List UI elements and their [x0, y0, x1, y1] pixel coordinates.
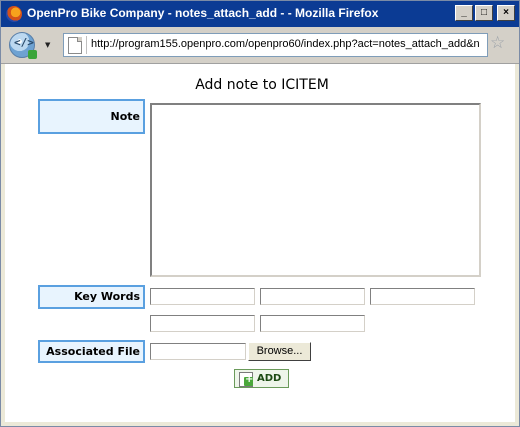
- site-identity-icon[interactable]: </>: [9, 32, 37, 59]
- keywords-label: Key Words: [38, 285, 145, 309]
- code-glyph: </>: [14, 36, 34, 49]
- window-controls: _ □ ×: [455, 5, 515, 21]
- chevron-down-icon[interactable]: ▼: [45, 41, 50, 49]
- firefox-icon: [6, 6, 22, 22]
- page-content: Add note to ICITEM Note Key Words Associ…: [5, 64, 515, 422]
- navigation-bar: </> ▼ http://program155.openpro.com/open…: [1, 27, 519, 64]
- plus-badge-icon: [28, 50, 37, 59]
- url-text[interactable]: http://program155.openpro.com/openpro60/…: [91, 38, 485, 50]
- url-separator: [86, 36, 87, 54]
- add-button-label: ADD: [257, 373, 282, 384]
- note-textarea[interactable]: [150, 103, 481, 277]
- keyword-input-5[interactable]: [260, 315, 365, 332]
- browse-button[interactable]: Browse...: [248, 342, 311, 361]
- minimize-button[interactable]: _: [455, 5, 473, 21]
- note-label-text: Note: [110, 110, 140, 123]
- associated-file-label-text: Associated File: [46, 345, 140, 358]
- browser-window: OpenPro Bike Company - notes_attach_add …: [0, 0, 520, 427]
- keyword-input-1[interactable]: [150, 288, 255, 305]
- file-path-input[interactable]: [150, 343, 246, 360]
- maximize-button[interactable]: □: [475, 5, 493, 21]
- page-title: Add note to ICITEM: [195, 77, 329, 93]
- associated-file-label: Associated File: [38, 340, 145, 363]
- close-button[interactable]: ×: [497, 5, 515, 21]
- window-title: OpenPro Bike Company - notes_attach_add …: [27, 6, 379, 20]
- keyword-input-4[interactable]: [150, 315, 255, 332]
- page-icon: [68, 37, 82, 54]
- title-bar[interactable]: OpenPro Bike Company - notes_attach_add …: [1, 1, 519, 27]
- add-button[interactable]: ADD: [234, 369, 289, 388]
- url-bar[interactable]: http://program155.openpro.com/openpro60/…: [63, 33, 488, 57]
- keywords-label-text: Key Words: [74, 290, 140, 303]
- keyword-input-3[interactable]: [370, 288, 475, 305]
- keyword-input-2[interactable]: [260, 288, 365, 305]
- bookmark-star-icon[interactable]: ☆: [490, 34, 505, 52]
- add-note-icon: [239, 372, 253, 387]
- note-label: Note: [38, 99, 145, 134]
